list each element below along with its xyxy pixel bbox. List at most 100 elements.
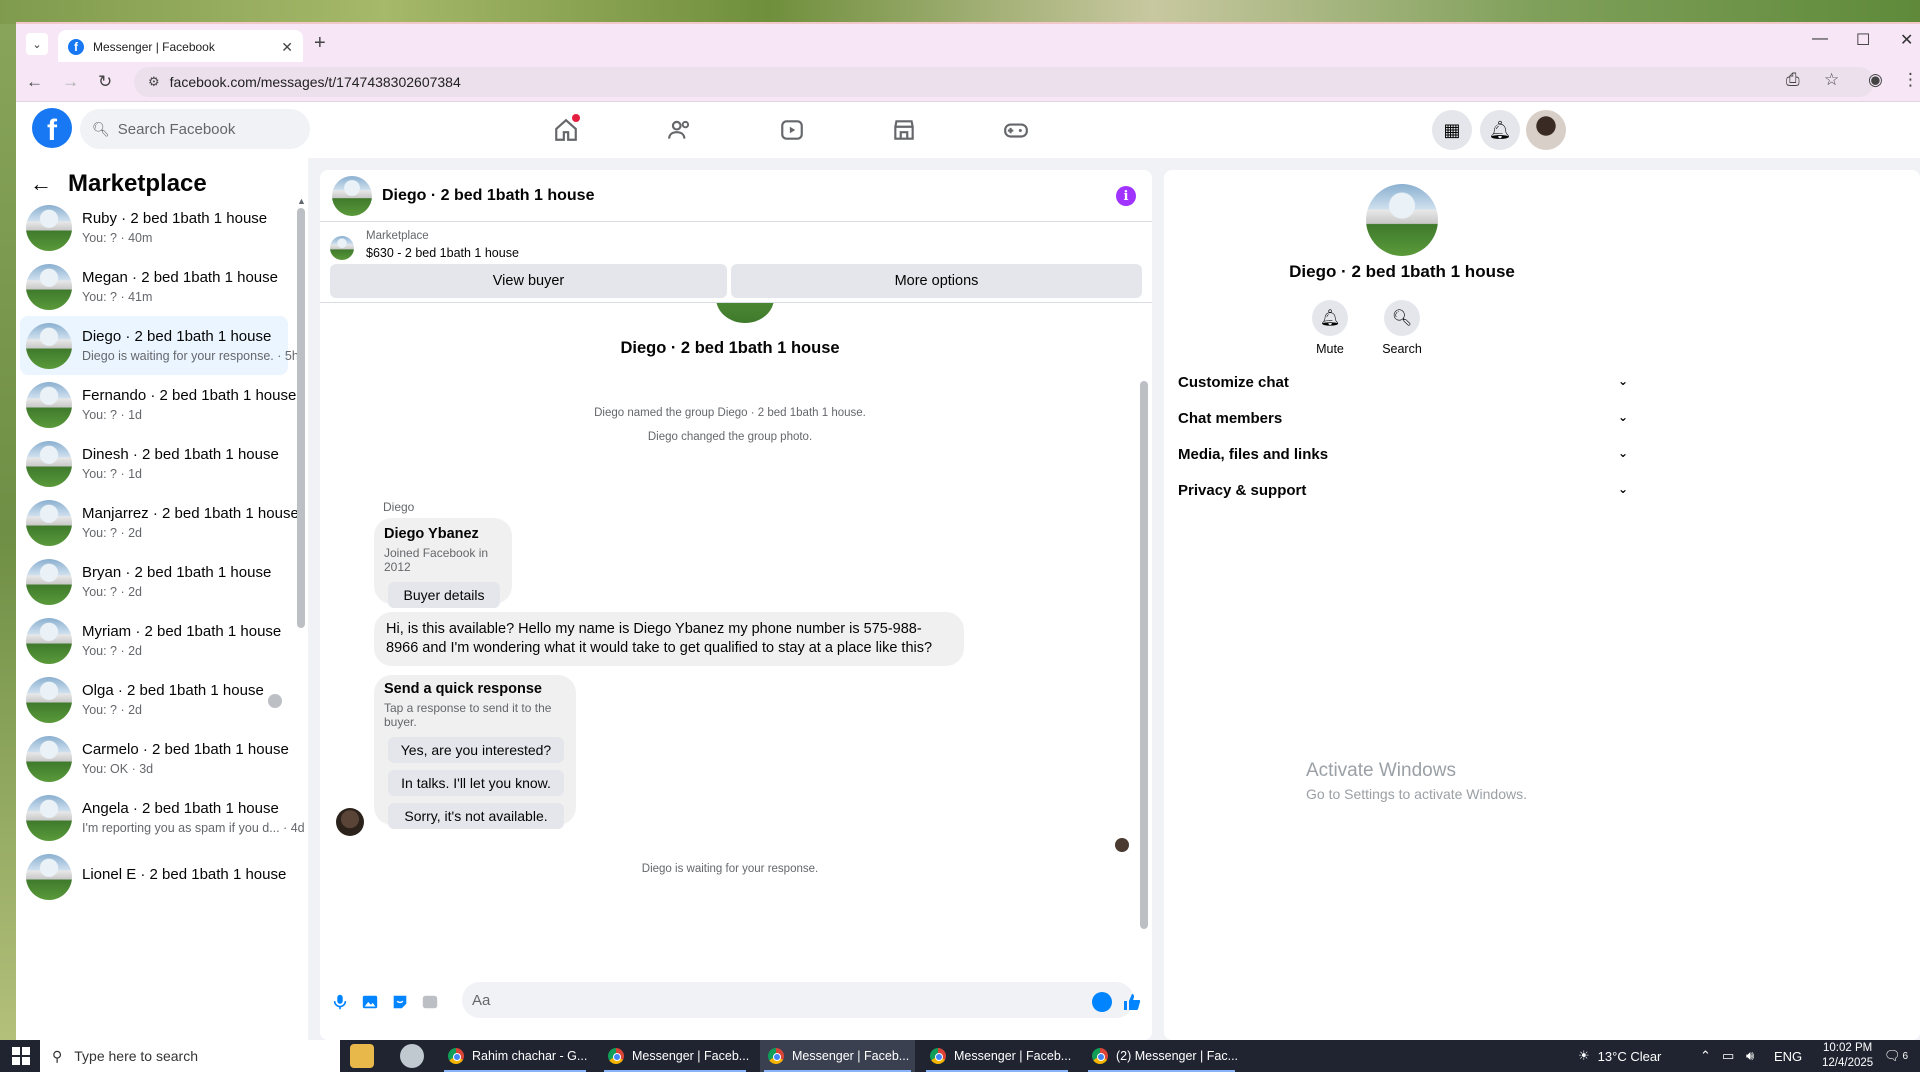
sidebar-title: Marketplace (68, 170, 207, 197)
url-field[interactable]: ⚙ facebook.com/messages/t/17474383026073… (134, 67, 1874, 97)
conversation-item[interactable]: Dinesh · 2 bed 1bath 1 house You: ? · 1d (20, 434, 288, 493)
chat-members-section[interactable]: Chat members ⌄ (1178, 410, 1628, 427)
conversation-item[interactable]: Lionel E · 2 bed 1bath 1 house (20, 847, 288, 906)
conversation-item[interactable]: Megan · 2 bed 1bath 1 house You: ? · 41m (20, 257, 288, 316)
search-icon: ⚲ (52, 1047, 63, 1064)
volume-icon[interactable]: 🔊︎ (1746, 1040, 1754, 1072)
account-avatar[interactable] (1526, 110, 1566, 150)
quick-response-button[interactable]: Sorry, it's not available. (388, 803, 564, 829)
microphone-icon[interactable] (330, 992, 350, 1012)
conversation-item[interactable]: Olga · 2 bed 1bath 1 house You: ? · 2d (20, 670, 288, 729)
facebook-logo[interactable]: f (32, 108, 72, 148)
conversation-name: Ruby · 2 bed 1bath 1 house (82, 210, 268, 227)
back-icon[interactable]: ← (26, 72, 43, 92)
chat-title[interactable]: Diego · 2 bed 1bath 1 house (382, 187, 594, 205)
conversation-preview: You: ? · 1d (82, 467, 143, 481)
minimize-icon[interactable]: — (1812, 30, 1828, 48)
mute-button[interactable]: 🔔︎ Mute (1300, 300, 1360, 356)
scroll-up-arrow-icon[interactable]: ▲ (297, 196, 306, 206)
info-icon[interactable]: i (1116, 186, 1136, 206)
media-files-section[interactable]: Media, files and links ⌄ (1178, 446, 1628, 463)
view-buyer-button[interactable]: View buyer (330, 264, 727, 298)
facebook-search-input[interactable]: 🔍︎ Search Facebook (80, 109, 310, 149)
conversation-item[interactable]: Fernando · 2 bed 1bath 1 house You: ? · 1… (20, 375, 296, 434)
taskbar-app-label: Messenger | Faceb... (792, 1049, 910, 1063)
conversation-thumbnail (26, 499, 72, 546)
taskbar-app-chrome[interactable]: Messenger | Faceb... (922, 1040, 1072, 1072)
waiting-status: Diego is waiting for your response. (641, 863, 819, 875)
conversation-item-active[interactable]: Diego · 2 bed 1bath 1 house Diego is wait… (20, 316, 299, 375)
profile-icon[interactable]: ◉ (1868, 70, 1883, 90)
buyer-details-button[interactable]: Buyer details (388, 582, 500, 608)
conversation-name: Diego · 2 bed 1bath 1 house (82, 328, 272, 345)
more-options-button[interactable]: More options (731, 264, 1142, 298)
reload-icon[interactable]: ↻ (98, 72, 112, 92)
notifications-icon[interactable]: 🗨︎ 6 (1884, 1040, 1908, 1072)
emoji-icon[interactable] (1092, 992, 1112, 1012)
marketplace-nav-icon[interactable] (888, 114, 920, 146)
quick-response-button[interactable]: Yes, are you interested? (388, 737, 564, 763)
sidebar-scrollbar[interactable] (297, 208, 305, 628)
quick-response-button[interactable]: In talks. I'll let you know. (388, 770, 564, 796)
search-conversation-button[interactable]: 🔍︎ Search (1372, 300, 1432, 356)
language-indicator[interactable]: ENG (1774, 1040, 1802, 1072)
conversation-preview: Diego is waiting for your response. · 5h (82, 349, 299, 363)
back-arrow-icon[interactable]: ← (30, 171, 52, 197)
network-icon[interactable]: ▭ (1722, 1040, 1734, 1072)
taskbar-app-chrome[interactable]: (2) Messenger | Fac... (1084, 1040, 1239, 1072)
menu-grid-icon[interactable]: ▦ (1432, 110, 1472, 150)
conversation-item[interactable]: Manjarrez · 2 bed 1bath 1 house You: ? · … (20, 493, 299, 552)
install-app-icon[interactable]: ⎙ (1786, 70, 1800, 90)
sender-avatar[interactable] (336, 808, 364, 836)
clock[interactable]: 10:02 PM 12/4/2025 (1822, 1040, 1873, 1072)
conversation-item[interactable]: Myriam · 2 bed 1bath 1 house You: ? · 2d (20, 611, 288, 670)
conversation-item[interactable]: Ruby · 2 bed 1bath 1 house You: ? · 40m (20, 198, 288, 257)
friends-nav-icon[interactable] (664, 114, 696, 146)
sticker-icon[interactable] (390, 992, 410, 1012)
privacy-support-section[interactable]: Privacy & support ⌄ (1178, 482, 1628, 499)
new-tab-button[interactable]: + (314, 32, 326, 55)
message-input[interactable]: Aa (462, 982, 1134, 1018)
tab-messenger[interactable]: f Messenger | Facebook ✕ (58, 30, 303, 64)
chat-scrollbar[interactable] (1140, 381, 1148, 929)
close-window-icon[interactable]: ✕ (1900, 30, 1913, 50)
desktop-background (0, 0, 1920, 24)
home-nav-icon[interactable] (550, 114, 582, 146)
mute-label: Mute (1316, 342, 1344, 356)
message-thread: Diego · 2 bed 1bath 1 house Diego named … (320, 303, 1152, 963)
taskbar-search-input[interactable]: ⚲ Type here to search (40, 1040, 340, 1072)
menu-kebab-icon[interactable]: ⋮ (1902, 70, 1919, 90)
pinned-app-icon[interactable] (400, 1044, 424, 1068)
gaming-nav-icon[interactable] (1000, 114, 1032, 146)
maximize-icon[interactable]: ☐ (1856, 30, 1870, 50)
tab-search-button[interactable]: ⌄ (26, 33, 48, 55)
marketplace-listing[interactable]: Marketplace $630 - 2 bed 1bath 1 house (330, 230, 519, 260)
photo-icon[interactable] (360, 992, 380, 1012)
like-thumb-icon[interactable] (1122, 992, 1142, 1012)
site-info-icon[interactable]: ⚙ (148, 74, 160, 90)
conversation-name: Manjarrez · 2 bed 1bath 1 house (82, 505, 299, 522)
customize-chat-section[interactable]: Customize chat ⌄ (1178, 374, 1628, 391)
windows-start-icon[interactable] (12, 1047, 30, 1065)
taskbar-app-chrome[interactable]: Rahim chachar - G... (440, 1040, 590, 1072)
conversation-item[interactable]: Angela · 2 bed 1bath 1 house I'm reportin… (20, 788, 305, 847)
chat-header-thumbnail[interactable] (332, 175, 372, 216)
conversation-item[interactable]: Bryan · 2 bed 1bath 1 house You: ? · 2d (20, 552, 288, 611)
video-nav-icon[interactable] (776, 114, 808, 146)
taskbar-app-chrome-active[interactable]: Messenger | Faceb... (760, 1040, 915, 1072)
file-explorer-icon[interactable] (350, 1044, 374, 1068)
conversation-preview: You: ? · 2d (82, 585, 143, 599)
bookmark-star-icon[interactable]: ☆ (1824, 70, 1839, 90)
notification-center-icon: 🗨︎ (1884, 1048, 1901, 1063)
taskbar-app-chrome[interactable]: Messenger | Faceb... (600, 1040, 750, 1072)
close-tab-icon[interactable]: ✕ (281, 39, 293, 56)
conversation-item[interactable]: Carmelo · 2 bed 1bath 1 house You: OK · 3… (20, 729, 289, 788)
conversation-thumbnail (26, 263, 72, 310)
conversation-thumbnail (26, 322, 72, 369)
weather-widget[interactable]: ☀︎ 13°C Clear (1578, 1040, 1661, 1072)
notifications-bell-icon[interactable]: 🔔︎ (1480, 110, 1520, 150)
forward-icon[interactable]: → (62, 72, 79, 92)
tray-chevron-icon[interactable]: ⌃ (1700, 1040, 1711, 1072)
gif-icon[interactable] (420, 992, 440, 1012)
conversation-name: Olga · 2 bed 1bath 1 house (82, 682, 264, 699)
